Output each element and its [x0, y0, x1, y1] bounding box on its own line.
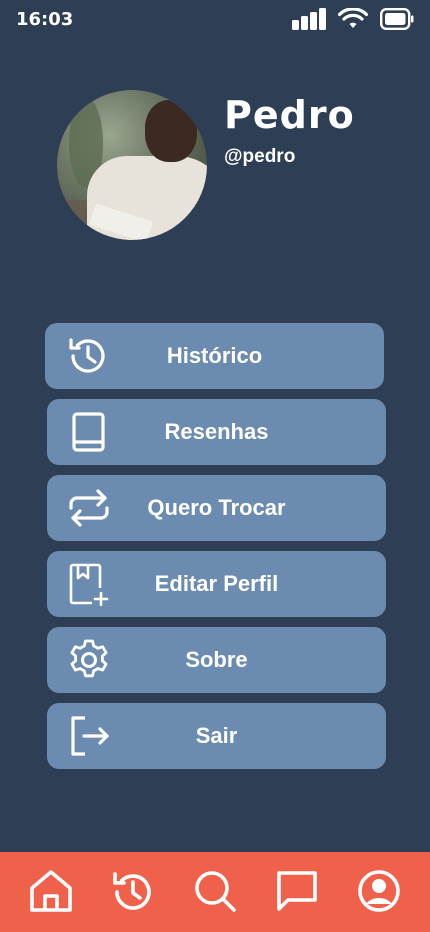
cellular-signal-icon — [292, 8, 326, 30]
menu-item-editar-perfil[interactable]: Editar Perfil — [47, 551, 386, 617]
home-icon[interactable] — [28, 868, 74, 914]
battery-icon — [380, 8, 414, 30]
profile-handle: @pedro — [224, 146, 296, 167]
menu-item-sair[interactable]: Sair — [47, 703, 386, 769]
bottom-nav — [0, 852, 430, 932]
menu-item-quero-trocar[interactable]: Quero Trocar — [47, 475, 386, 541]
history-icon[interactable] — [110, 868, 156, 914]
history-icon — [69, 338, 105, 373]
search-icon[interactable] — [192, 868, 238, 914]
book-icon — [72, 412, 105, 452]
user-icon[interactable] — [356, 868, 402, 914]
swap-arrows-icon — [69, 489, 109, 527]
status-bar: 16:03 — [0, 0, 430, 40]
bookmark-add-icon — [69, 563, 109, 606]
logout-icon — [71, 716, 109, 756]
status-icons — [292, 8, 414, 30]
gear-icon — [70, 639, 108, 678]
menu-item-historico[interactable]: Histórico — [45, 323, 384, 389]
status-time: 16:03 — [16, 9, 74, 30]
avatar[interactable] — [57, 90, 207, 240]
menu-item-sobre[interactable]: Sobre — [47, 627, 386, 693]
profile-header: Pedro @pedro — [57, 90, 387, 240]
chat-icon[interactable] — [274, 868, 320, 914]
wifi-icon — [338, 8, 368, 28]
menu-item-resenhas[interactable]: Resenhas — [47, 399, 386, 465]
profile-name: Pedro — [224, 93, 355, 137]
